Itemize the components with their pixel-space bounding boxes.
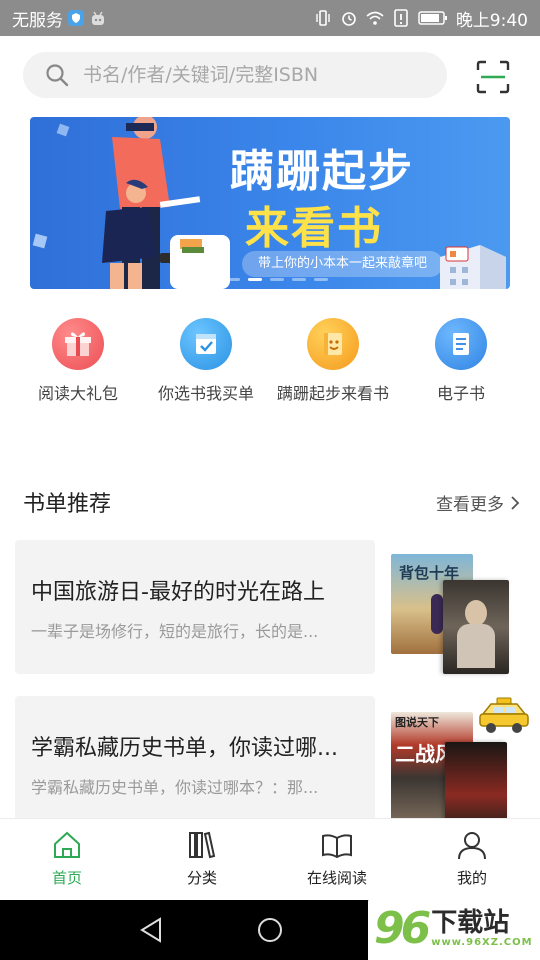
book-check-icon [180,318,232,370]
bottom-tab-bar: 首页 分类 在线阅读 我的 [0,818,540,900]
see-more-label: 查看更多 [436,495,504,515]
card-text-area: 中国旅游日-最好的时光在路上 一辈子是场修行，短的是旅行，长的是... [15,540,375,674]
sim-alert-icon [394,9,408,27]
open-book-icon [322,834,352,859]
tab-online-reading[interactable]: 在线阅读 [277,829,397,888]
watermark-number: 96 [374,902,431,954]
tab-home[interactable]: 首页 [7,829,127,888]
book-cover [443,580,509,674]
search-icon [46,64,69,87]
watermark-text: 下载站 [431,907,510,938]
search-row [0,52,540,100]
card-covers: 背包十年 [387,550,515,674]
tab-label: 我的 [456,869,487,887]
tab-label: 首页 [51,869,82,887]
card-title: 中国旅游日-最好的时光在路上 [31,580,325,605]
tab-label: 分类 [186,869,217,887]
taxi-icon[interactable] [477,696,531,736]
wifi-icon [366,11,384,25]
carrier-label: 无服务 [12,10,63,31]
promo-banner[interactable]: 蹒跚起步 来看书 带上你的小本本一起来敲章吧 [30,117,510,289]
quick-entry-label: 阅读大礼包 [37,384,118,403]
book-list-section-header: 书单推荐 查看更多 [0,482,540,522]
building-illustration [440,245,506,289]
card-title: 学霸私藏历史书单，你读过哪... [31,736,338,761]
search-box[interactable] [23,52,447,98]
see-more-link[interactable]: 查看更多 [436,490,520,515]
cover-title: 图说天下 [395,716,439,729]
gift-icon [52,318,104,370]
banner-title-line2: 来看书 [245,203,383,254]
book-list-card[interactable]: 中国旅游日-最好的时光在路上 一辈子是场修行，短的是旅行，长的是... 背包十年 [15,540,515,676]
ebook-icon [435,318,487,370]
status-left: 无服务 [12,6,107,31]
status-bar: 无服务 晚上9:40 [0,0,540,36]
watermark-url: www.96XZ.COM [431,936,533,948]
banner-tagline: 带上你的小本本一起来敲章吧 [242,251,444,277]
banner-dot[interactable] [270,278,284,281]
books-icon [189,831,216,859]
tab-mine[interactable]: 我的 [412,829,532,888]
quick-entry-gift-pack[interactable]: 阅读大礼包 [13,318,143,404]
quick-entry-pick-book[interactable]: 你选书我买单 [141,318,271,404]
watermark-text-block: 下载站 www.96XZ.COM [431,909,532,948]
vibrate-icon [316,10,330,26]
smiley-book-icon [307,318,359,370]
user-icon [458,832,486,860]
banner-dot[interactable] [292,278,306,281]
banner-dot[interactable] [314,278,328,281]
book-list-card[interactable]: 学霸私藏历史书单，你读过哪... 学霸私藏历史书单，你读过哪本？：那... 图说… [15,696,529,832]
quick-entry-ebook[interactable]: 电子书 [396,318,526,404]
section-title: 书单推荐 [23,492,112,517]
quick-entries: 阅读大礼包 你选书我买单 蹒跚起步来看书 电子书 [0,318,540,408]
back-icon[interactable] [138,916,164,944]
card-subtitle: 一辈子是场修行，短的是旅行，长的是... [31,622,319,641]
quick-entry-label: 你选书我买单 [157,384,254,403]
alarm-icon [342,12,356,26]
watermark-logo: 96 下载站 www.96XZ.COM [368,896,540,960]
clock: 晚上9:40 [455,10,528,31]
chevron-right-icon [511,495,520,510]
quick-entry-label: 电子书 [436,384,485,403]
battery-icon [418,11,447,25]
book-cover [445,742,507,818]
banner-dot-active[interactable] [248,278,262,281]
home-button-icon[interactable] [256,916,284,944]
android-icon [92,11,104,25]
card-subtitle: 学霸私藏历史书单，你读过哪本？：那... [31,778,319,797]
home-icon [54,831,80,858]
quick-entry-label: 蹒跚起步来看书 [276,384,389,403]
shield-icon [68,10,84,26]
banner-title-line1: 蹒跚起步 [230,146,414,197]
search-input[interactable] [83,64,423,86]
scan-icon[interactable] [476,60,510,94]
banner-pagination[interactable] [226,278,328,281]
tab-label: 在线阅读 [306,869,367,887]
tab-category[interactable]: 分类 [142,829,262,888]
banner-dot[interactable] [226,278,240,281]
quick-entry-toddler-reading[interactable]: 蹒跚起步来看书 [268,318,398,404]
banner-illustration [32,117,230,289]
card-text-area: 学霸私藏历史书单，你读过哪... 学霸私藏历史书单，你读过哪本？：那... [15,696,375,830]
status-right: 晚上9:40 [314,6,528,31]
